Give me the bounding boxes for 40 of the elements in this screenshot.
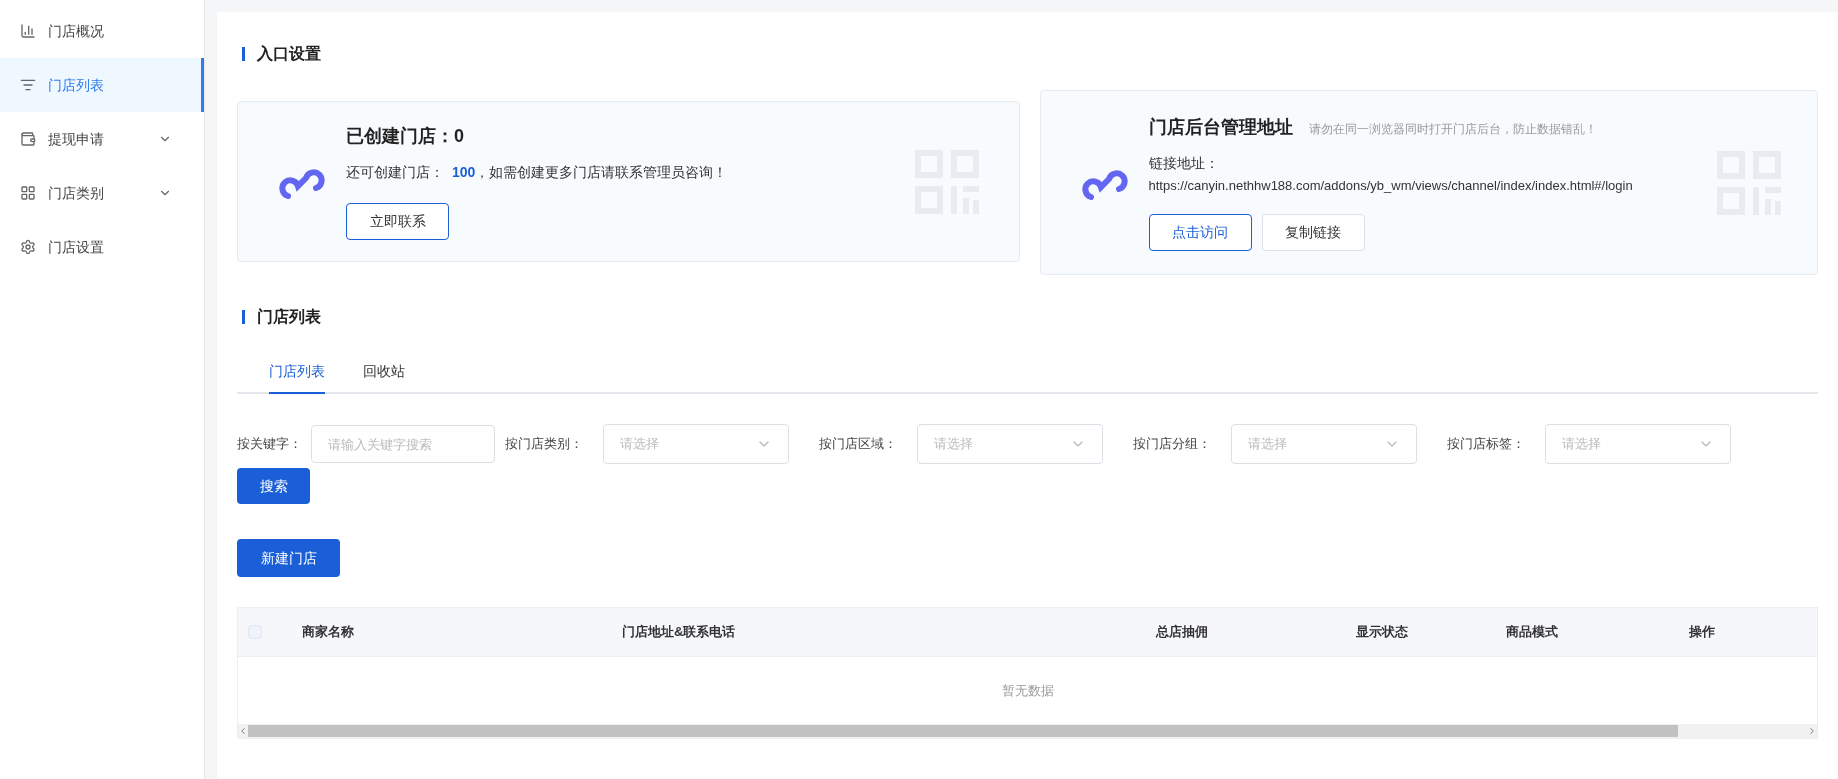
empty-table-text: 暂无数据 [1001, 681, 1054, 700]
column-header: 操作 [1689, 624, 1715, 640]
filter-label: 按门店标签： [1447, 435, 1526, 454]
admin-url-hint: 请勿在同一浏览器同时打开门店后台，防止数据错乱！ [1308, 121, 1597, 139]
sidebar-item[interactable]: 门店类别 [0, 166, 204, 220]
bar-chart-icon [20, 23, 36, 39]
grid-icon [20, 185, 36, 201]
filter-label: 按门店类别： [505, 435, 584, 454]
section-title: 门店列表 [257, 307, 321, 327]
scroll-right-icon[interactable] [1807, 726, 1817, 736]
search-button[interactable]: 搜索 [237, 468, 310, 504]
visit-button[interactable]: 点击访问 [1148, 213, 1252, 251]
scroll-left-icon[interactable] [238, 726, 248, 736]
section-title: 入口设置 [257, 44, 321, 64]
link-url: https://canyin.nethhw188.com/addons/yb_wm/views/channel/index/index.html#/login [1148, 177, 1634, 196]
wallet-icon [20, 131, 36, 147]
new-store-button[interactable]: 新建门店 [237, 539, 340, 577]
filter-label: 按关键字： [237, 435, 303, 454]
sidebar-item[interactable]: 门店列表 [0, 58, 204, 112]
sidebar-item[interactable]: 门店概况 [0, 4, 204, 58]
settings-icon [20, 239, 36, 255]
tab[interactable]: 门店列表 [269, 361, 325, 394]
contact-button[interactable]: 立即联系 [346, 203, 449, 240]
sidebar-item[interactable]: 提现申请 [0, 112, 204, 166]
column-header: 门店地址&联系电话 [622, 624, 736, 640]
store-capacity-text: 还可创建门店： 100，如需创建更多门店请联系管理员咨询！ [346, 163, 729, 182]
sidebar-item[interactable]: 门店设置 [0, 220, 204, 274]
column-header: 商品模式 [1506, 624, 1558, 640]
horizontal-scrollbar[interactable] [238, 724, 1817, 738]
store-count-title: 已创建门店：0 [346, 125, 465, 148]
column-header: 显示状态 [1356, 624, 1408, 640]
column-header: 总店抽佣 [1156, 624, 1208, 640]
filter-label: 按门店分组： [1133, 435, 1212, 454]
tab[interactable]: 回收站 [363, 361, 405, 394]
column-header: 商家名称 [302, 624, 354, 640]
filter-label: 按门店区域： [819, 435, 898, 454]
admin-url-title: 门店后台管理地址 [1148, 116, 1293, 140]
keyword-input[interactable]: 请输入关键字搜索 [311, 425, 495, 463]
copy-link-button[interactable]: 复制链接 [1261, 213, 1365, 251]
link-label: 链接地址： [1148, 154, 1220, 174]
